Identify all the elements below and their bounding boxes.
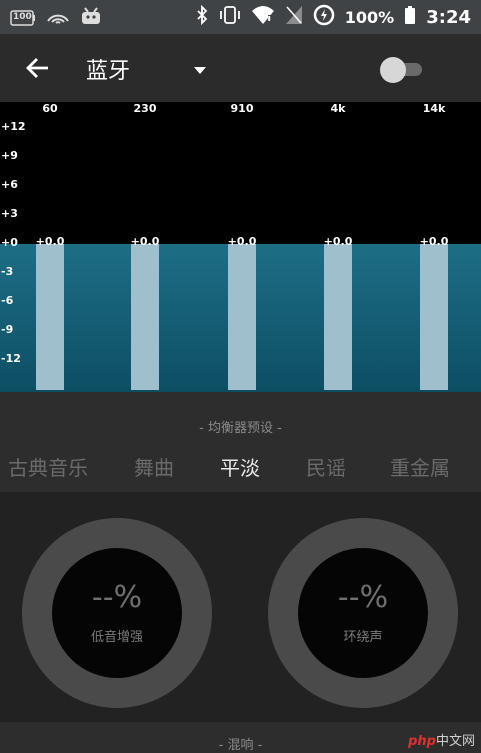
surround-knob[interactable]: --% 环绕声 bbox=[268, 518, 458, 708]
wifi-arc-icon bbox=[46, 7, 70, 29]
watermark-site: 中文网 bbox=[435, 734, 475, 749]
bass-boost-knob[interactable]: --% 低音增强 bbox=[22, 518, 212, 708]
vibrate-icon bbox=[219, 5, 241, 29]
freq-label-910: 910 bbox=[230, 102, 254, 115]
surround-label: 环绕声 bbox=[343, 630, 383, 645]
db-label: +9 bbox=[1, 149, 18, 162]
dropdown-caret-icon[interactable] bbox=[192, 62, 208, 74]
db-label: -3 bbox=[1, 265, 14, 278]
eq-band-slider-4k[interactable] bbox=[324, 244, 352, 390]
db-label: +12 bbox=[1, 120, 26, 133]
effects-panel: --% 低音增强 --% 环绕声 bbox=[0, 492, 481, 722]
battery-percent: 100% bbox=[344, 7, 395, 27]
toolbar: 蓝牙 bbox=[0, 34, 481, 102]
preset-folk[interactable]: 民谣 bbox=[306, 452, 346, 481]
bluetooth-icon bbox=[195, 4, 209, 29]
equalizer-panel: 60 230 910 4k 14k +12 +9 +6 +3 +0 -3 -6 … bbox=[0, 102, 481, 392]
eq-band-slider-60[interactable] bbox=[36, 244, 64, 390]
freq-label-14k: 14k bbox=[422, 102, 446, 115]
eq-band-slider-14k[interactable] bbox=[420, 244, 448, 390]
db-label: +6 bbox=[1, 178, 18, 191]
bass-boost-value: --% bbox=[91, 580, 143, 615]
freq-label-60: 60 bbox=[42, 102, 58, 115]
freq-label-230: 230 bbox=[133, 102, 157, 115]
eq-band-slider-910[interactable] bbox=[228, 244, 256, 390]
data-saver-icon bbox=[313, 4, 335, 30]
arrow-back-icon[interactable] bbox=[24, 54, 52, 82]
preset-caption: - 均衡器预设 - bbox=[199, 421, 282, 436]
battery-badge-text: 100 bbox=[13, 12, 32, 22]
band-value: +0.0 bbox=[419, 235, 449, 248]
surround-value: --% bbox=[337, 580, 389, 615]
toggle-thumb bbox=[380, 57, 406, 83]
band-value: +0.0 bbox=[130, 235, 160, 248]
knob-center: --% 低音增强 bbox=[52, 548, 182, 678]
preset-classical[interactable]: 古典音乐 bbox=[8, 452, 88, 481]
db-label: -6 bbox=[1, 294, 14, 307]
eq-positive-area bbox=[0, 102, 481, 244]
android-icon bbox=[80, 6, 102, 30]
status-bar: 100 100% 3:24 bbox=[0, 0, 481, 34]
reverb-section-header: - 混响 - php中文网 bbox=[0, 722, 481, 753]
eq-band-slider-230[interactable] bbox=[131, 244, 159, 390]
preset-flat[interactable]: 平淡 bbox=[220, 452, 260, 481]
bass-boost-label: 低音增强 bbox=[90, 630, 143, 645]
db-label: -9 bbox=[1, 323, 14, 336]
db-label: +0 bbox=[1, 236, 18, 249]
clock: 3:24 bbox=[426, 6, 471, 28]
watermark: php中文网 bbox=[408, 730, 475, 749]
device-title[interactable]: 蓝牙 bbox=[86, 53, 130, 85]
band-value: +0.0 bbox=[323, 235, 353, 248]
preset-dance[interactable]: 舞曲 bbox=[134, 452, 174, 481]
enable-toggle[interactable] bbox=[380, 56, 424, 83]
battery-icon bbox=[404, 5, 416, 29]
preset-selector: - 均衡器预设 - 古典音乐 舞曲 平淡 民谣 重金属 bbox=[0, 392, 481, 492]
battery-100-badge-icon: 100 bbox=[10, 9, 36, 27]
db-label: +3 bbox=[1, 207, 18, 220]
band-value: +0.0 bbox=[227, 235, 257, 248]
freq-label-4k: 4k bbox=[330, 102, 346, 115]
band-value: +0.0 bbox=[35, 235, 65, 248]
knob-center: --% 环绕声 bbox=[298, 548, 428, 678]
preset-heavy-metal[interactable]: 重金属 bbox=[390, 452, 450, 481]
watermark-brand: php bbox=[408, 734, 436, 749]
db-label: -12 bbox=[1, 352, 21, 365]
wifi-icon bbox=[251, 5, 275, 29]
no-sim-icon bbox=[285, 5, 303, 29]
